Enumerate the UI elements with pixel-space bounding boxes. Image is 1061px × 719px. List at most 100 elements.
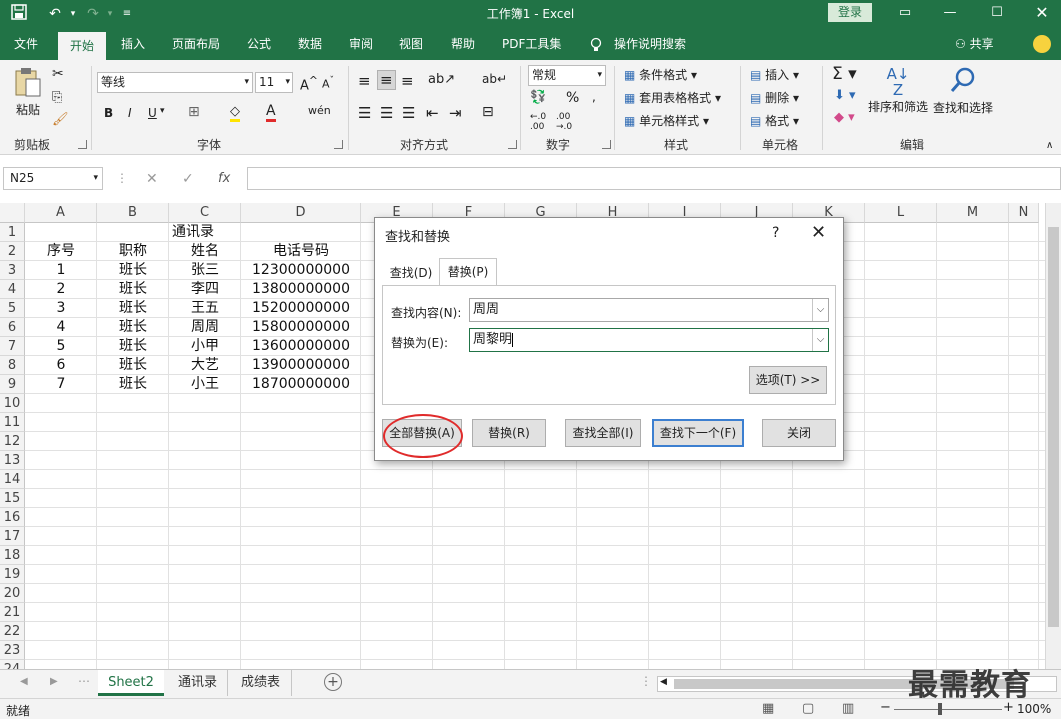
tab-formulas[interactable]: 公式 <box>247 28 271 60</box>
delete-cells-button[interactable]: ▤ 删除 ▾ <box>750 89 799 106</box>
font-name-combo[interactable]: 等线 ▾ <box>97 72 253 93</box>
align-right-icon[interactable]: ☰ <box>402 104 415 122</box>
phonetic-icon[interactable]: wén <box>308 104 331 117</box>
row-header-15[interactable]: 15 <box>0 489 25 508</box>
cancel-icon[interactable]: ✕ <box>146 171 158 187</box>
tab-home[interactable]: 开始 <box>58 32 106 60</box>
copy-icon[interactable]: ⎘ <box>52 90 62 105</box>
add-sheet-icon[interactable]: + <box>324 673 342 691</box>
column-header-n[interactable]: N <box>1009 203 1039 223</box>
tab-review[interactable]: 审阅 <box>349 28 373 60</box>
row-header-22[interactable]: 22 <box>0 622 25 641</box>
row-header-8[interactable]: 8 <box>0 356 25 375</box>
autosum-icon[interactable]: Σ ▾ <box>832 64 857 84</box>
sheet-tab-scores[interactable]: 成绩表 <box>230 670 292 696</box>
replace-button[interactable]: 替换(R) <box>472 419 546 447</box>
scroll-right-icon[interactable]: ▶ <box>50 676 58 687</box>
undo-dropdown-icon[interactable]: ▾ <box>62 4 84 24</box>
column-header-b[interactable]: B <box>97 203 169 223</box>
find-next-button[interactable]: 查找下一个(F) <box>652 419 744 447</box>
row-header-6[interactable]: 6 <box>0 318 25 337</box>
row-header-7[interactable]: 7 <box>0 337 25 356</box>
number-dialog-launcher-icon[interactable] <box>602 140 611 149</box>
row-header-14[interactable]: 14 <box>0 470 25 489</box>
clipboard-dialog-launcher-icon[interactable] <box>78 140 87 149</box>
tab-pdf-tools[interactable]: PDF工具集 <box>502 28 561 60</box>
cut-icon[interactable]: ✂ <box>52 66 64 82</box>
tab-page-layout[interactable]: 页面布局 <box>172 28 220 60</box>
paste-button[interactable]: 粘贴 <box>10 66 46 126</box>
formula-input[interactable] <box>247 167 1061 190</box>
chevron-down-icon[interactable]: ⌵ <box>812 299 828 321</box>
data-cell[interactable]: 小甲 <box>169 337 241 356</box>
maximize-icon[interactable]: ☐ <box>977 2 1017 24</box>
data-cell[interactable]: 张三 <box>169 261 241 280</box>
increase-indent-icon[interactable]: ⇥ <box>449 104 462 122</box>
tab-file[interactable]: 文件 <box>14 28 38 60</box>
tab-insert[interactable]: 插入 <box>121 28 145 60</box>
minimize-icon[interactable]: — <box>930 2 970 24</box>
column-header-l[interactable]: L <box>865 203 937 223</box>
data-cell[interactable]: 班长 <box>97 356 169 375</box>
scroll-left-arrow-icon[interactable]: ◀ <box>660 677 667 687</box>
tab-find[interactable]: 查找(D) <box>387 260 435 286</box>
data-cell[interactable]: 班长 <box>97 318 169 337</box>
row-header-5[interactable]: 5 <box>0 299 25 318</box>
format-as-table-button[interactable]: ▦ 套用表格格式 ▾ <box>624 89 721 106</box>
data-cell[interactable]: 15200000000 <box>241 299 361 318</box>
row-header-16[interactable]: 16 <box>0 508 25 527</box>
font-color-icon[interactable]: A <box>266 104 276 122</box>
insert-function-icon[interactable]: fx <box>218 171 230 186</box>
decrease-decimal-icon[interactable]: .00 →.0 <box>556 112 572 132</box>
tab-data[interactable]: 数据 <box>298 28 322 60</box>
row-header-4[interactable]: 4 <box>0 280 25 299</box>
data-cell[interactable]: 班长 <box>97 280 169 299</box>
enter-icon[interactable]: ✓ <box>182 171 194 187</box>
find-what-input[interactable]: 周周 ⌵ <box>469 298 829 322</box>
tab-view[interactable]: 视图 <box>399 28 423 60</box>
replace-with-input[interactable]: 周黎明 ⌵ <box>469 328 829 352</box>
sheet-title-cell[interactable]: 通讯录 <box>25 223 361 242</box>
zoom-slider[interactable] <box>894 709 1002 710</box>
data-cell[interactable]: 小王 <box>169 375 241 394</box>
data-cell[interactable]: 2 <box>25 280 97 299</box>
data-cell[interactable]: 班长 <box>97 261 169 280</box>
font-dialog-launcher-icon[interactable] <box>334 140 343 149</box>
data-cell[interactable]: 1 <box>25 261 97 280</box>
comma-style-icon[interactable]: , <box>592 90 596 104</box>
save-icon[interactable] <box>8 4 30 24</box>
row-header-24[interactable]: 24 <box>0 660 25 669</box>
normal-view-icon[interactable]: ▦ <box>762 701 774 716</box>
align-top-icon[interactable]: ≡ <box>358 72 371 90</box>
alignment-dialog-launcher-icon[interactable] <box>508 140 517 149</box>
data-cell[interactable]: 王五 <box>169 299 241 318</box>
fill-icon[interactable]: ⬇ ▾ <box>834 88 856 103</box>
column-header-d[interactable]: D <box>241 203 361 223</box>
sort-filter-button[interactable]: A↓ Z 排序和筛选 <box>866 66 930 115</box>
increase-decimal-icon[interactable]: ←.0.00 <box>530 112 546 132</box>
row-header-2[interactable]: 2 <box>0 242 25 261</box>
find-all-button[interactable]: 查找全部(I) <box>565 419 641 447</box>
data-cell[interactable]: 18700000000 <box>241 375 361 394</box>
font-size-combo[interactable]: 11 ▾ <box>255 72 293 93</box>
collapse-ribbon-icon[interactable]: ∧ <box>1046 140 1053 151</box>
accounting-format-icon[interactable]: 💱 <box>530 90 546 105</box>
format-cells-button[interactable]: ▤ 格式 ▾ <box>750 112 799 129</box>
align-middle-icon[interactable]: ≡ <box>377 70 396 90</box>
row-header-19[interactable]: 19 <box>0 565 25 584</box>
underline-button[interactable]: U <box>148 106 157 120</box>
feedback-smiley-icon[interactable] <box>1033 35 1051 53</box>
row-header-20[interactable]: 20 <box>0 584 25 603</box>
options-button[interactable]: 选项(T) >> <box>749 366 827 394</box>
merge-center-icon[interactable]: ⊟ <box>482 104 494 120</box>
column-header-c[interactable]: C <box>169 203 241 223</box>
name-box[interactable]: N25 ▾ <box>3 167 103 190</box>
login-button[interactable]: 登录 <box>828 3 872 22</box>
find-select-button[interactable]: 查找和选择 <box>932 66 994 116</box>
column-header-a[interactable]: A <box>25 203 97 223</box>
chevron-down-icon[interactable]: ⌵ <box>812 329 828 351</box>
header-cell[interactable]: 职称 <box>97 242 169 261</box>
data-cell[interactable]: 李四 <box>169 280 241 299</box>
align-left-icon[interactable]: ☰ <box>358 104 371 122</box>
border-icon[interactable]: ⊞ <box>188 104 200 120</box>
